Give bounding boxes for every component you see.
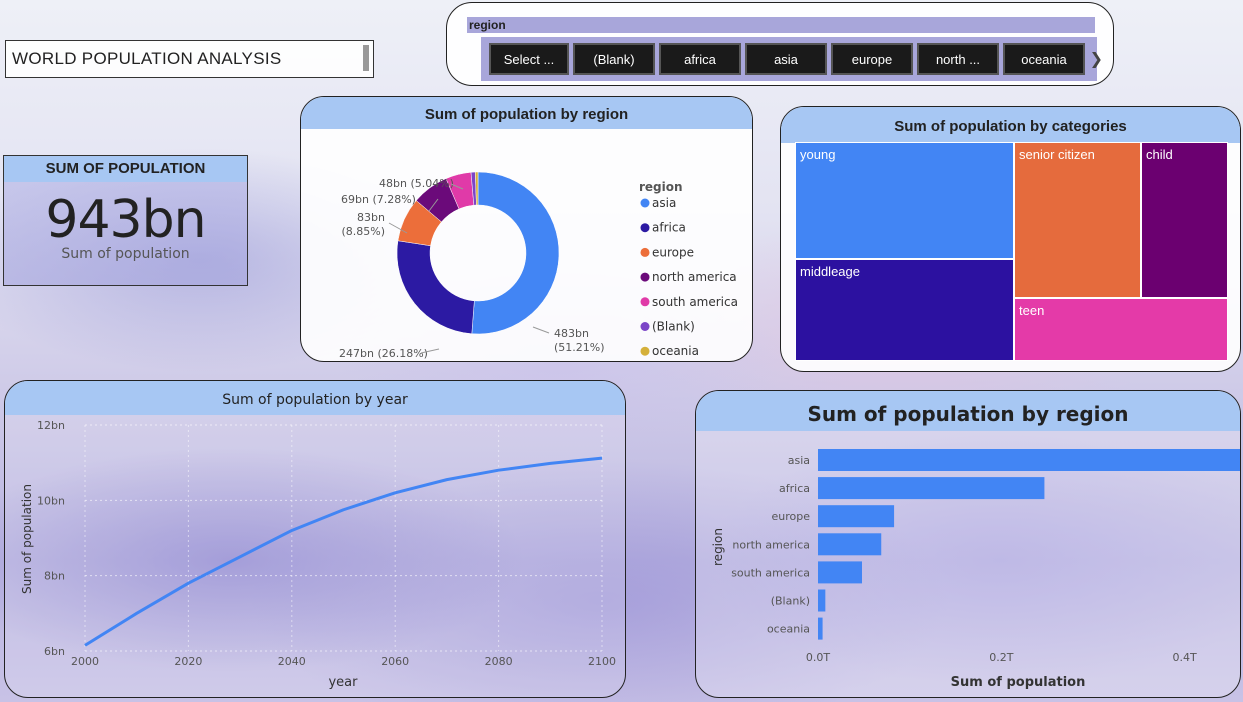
bar-ylabel-0: asia — [788, 454, 810, 467]
chip-africa[interactable]: africa — [659, 43, 741, 75]
line-xtick-4: 2080 — [485, 655, 513, 668]
bar-xtick-0: 0.0T — [806, 651, 830, 664]
donut-legend-marker-1 — [640, 223, 650, 233]
chip-north-america[interactable]: north ... — [917, 43, 999, 75]
line-series-population — [84, 456, 603, 647]
donut-leader-asia — [532, 326, 550, 334]
bar-xtick-1: 0.2T — [989, 651, 1013, 664]
bar-ylabel-3: north america — [732, 538, 810, 551]
line-ytick-1: 8bn — [44, 570, 65, 583]
donut-label-europe: 83bn — [357, 211, 385, 224]
donut-label-asia: 483bn — [554, 327, 589, 340]
donut-chart-title: Sum of population by region — [301, 97, 752, 129]
treemap-tile-young[interactable]: young — [795, 142, 1014, 259]
line-chart-title: Sum of population by year — [5, 381, 625, 415]
donut-slice-asia — [471, 171, 560, 335]
bar-ylabel-4: south america — [731, 566, 810, 579]
chip-blank[interactable]: (Blank) — [573, 43, 655, 75]
line-chart-card: Sum of population by year 6bn 8bn 10bn 12bn… — [4, 380, 626, 698]
bar-south-america — [818, 561, 862, 584]
line-xtick-3: 2060 — [381, 655, 409, 668]
donut-label-africa: 247bn (26.18%) — [339, 347, 428, 360]
bar-europe — [818, 505, 895, 528]
line-xtick-2: 2040 — [278, 655, 306, 668]
bar-ylabel-2: europe — [772, 510, 811, 523]
kpi-value: 943bn — [45, 190, 206, 250]
chip-select-all[interactable]: Select ... — [489, 43, 569, 75]
bar-chart-card: Sum of population by region asia africa eu… — [695, 390, 1241, 698]
donut-legend-marker-2 — [640, 247, 650, 257]
donut-legend-marker-4 — [640, 297, 650, 307]
donut-legend-item-6: oceania — [652, 344, 699, 358]
slicer-header: region — [467, 17, 1095, 33]
treemap-title: Sum of population by categories — [781, 107, 1240, 143]
bar-ylabel-5: (Blank) — [771, 595, 810, 608]
chip-asia[interactable]: asia — [745, 43, 827, 75]
donut-legend-marker-0 — [640, 198, 650, 208]
donut-chart: 483bn(51.21%) 247bn (26.18%) 83bn(8.85%) 69… — [339, 171, 738, 360]
donut-legend-marker-5 — [640, 322, 650, 331]
donut-legend-item-1: africa — [652, 221, 686, 235]
bar-africa — [818, 477, 1045, 500]
line-yaxis-label: Sum of population — [20, 484, 34, 594]
bar-ylabel-1: africa — [779, 482, 810, 495]
donut-legend-item-2: europe — [652, 245, 694, 259]
line-ytick-3: 12bn — [37, 419, 65, 432]
donut-label-asia-2: (51.21%) — [554, 341, 605, 354]
treemap-tile-senior-citizen[interactable]: senior citizen — [1014, 142, 1141, 298]
page-title: WORLD POPULATION ANALYSIS — [5, 40, 374, 78]
title-scrollbar[interactable] — [363, 45, 369, 71]
line-xtick-1: 2020 — [174, 655, 202, 668]
donut-label-south-america: 48bn (5.04%) — [379, 177, 454, 190]
treemap: young middleage senior citizen child tee… — [781, 142, 1240, 371]
donut-legend-item-5: (Blank) — [652, 320, 695, 334]
donut-label-north-america: 69bn (7.28%) — [341, 193, 416, 206]
treemap-tile-teen[interactable]: teen — [1014, 298, 1228, 361]
donut-legend-item-0: asia — [652, 196, 676, 210]
page-title-text: WORLD POPULATION ANALYSIS — [12, 49, 282, 68]
bar-chart: asia africa europe north america south ameri… — [711, 449, 1240, 690]
line-ytick-2: 10bn — [37, 494, 65, 507]
bar-ylabel-6: oceania — [767, 623, 810, 636]
line-xtick-0: 2000 — [71, 655, 99, 668]
donut-slice-africa — [396, 240, 475, 335]
line-chart: 6bn 8bn 10bn 12bn 2000 2020 2040 2060 2080 2100 ye… — [20, 419, 616, 690]
kpi-header: SUM OF POPULATION — [4, 156, 247, 182]
line-ytick-0: 6bn — [44, 645, 65, 658]
donut-legend-item-3: north america — [652, 270, 737, 284]
donut-chart-card: Sum of population by region 483bn (51.21%… — [300, 96, 753, 362]
bar-chart-title: Sum of population by region — [696, 391, 1240, 431]
donut-label-europe-2: (8.85%) — [341, 225, 385, 238]
bar-north-america — [818, 533, 882, 556]
chip-europe[interactable]: europe — [831, 43, 913, 75]
bar-xtick-2: 0.4T — [1173, 651, 1197, 664]
chevron-right-icon[interactable]: ❯ — [1090, 49, 1103, 68]
region-slicer: region Select ... (Blank) africa asia eu… — [446, 2, 1114, 86]
kpi-card: SUM OF POPULATION 943bn Sum of populatio… — [3, 155, 248, 286]
slicer-chip-row: Select ... (Blank) africa asia europe no… — [481, 37, 1097, 81]
donut-legend-marker-6 — [640, 346, 650, 356]
bar-yaxis-label: region — [711, 528, 725, 566]
bar-xaxis-label: Sum of population — [951, 675, 1086, 690]
line-xtick-5: 2100 — [588, 655, 616, 668]
donut-legend-marker-3 — [640, 272, 650, 282]
treemap-tile-middleage[interactable]: middleage — [795, 259, 1014, 361]
donut-legend-item-4: south america — [652, 295, 738, 309]
bar-asia — [818, 449, 1240, 471]
kpi-label: Sum of population — [61, 246, 190, 262]
chip-oceania[interactable]: oceania — [1003, 43, 1085, 75]
line-xaxis-label: year — [328, 675, 358, 690]
donut-legend-title: region — [639, 180, 683, 194]
treemap-tile-child[interactable]: child — [1141, 142, 1228, 298]
treemap-card: Sum of population by categories young mi… — [780, 106, 1241, 372]
bar-oceania — [818, 617, 823, 640]
bar--blank- — [818, 589, 826, 612]
